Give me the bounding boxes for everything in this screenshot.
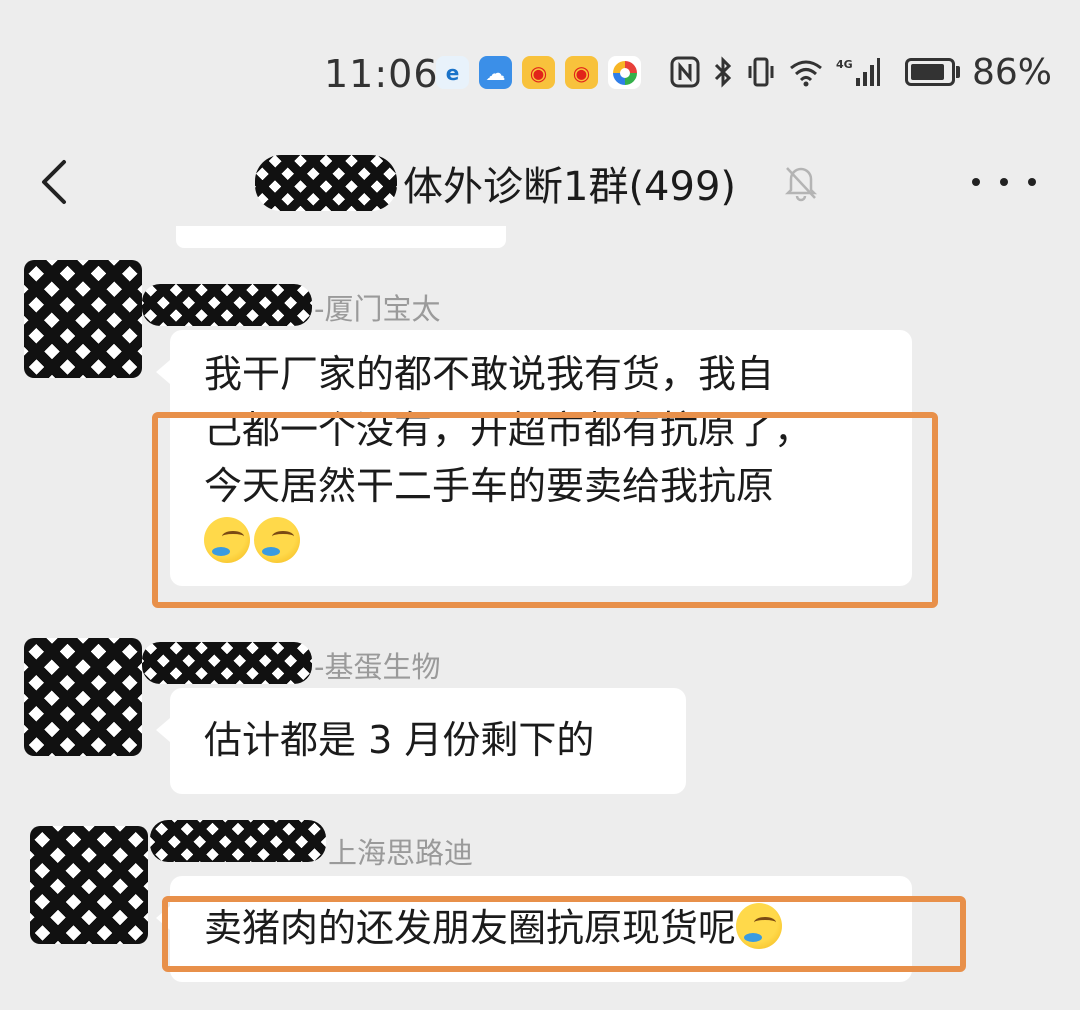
avatar[interactable] — [24, 638, 142, 756]
signal-4g-icon: 4G — [836, 56, 880, 97]
message-list[interactable]: -厦门宝太 我干厂家的都不敢说我有货，我自 己都一个没有，开超市都有抗原了， 今… — [0, 226, 1080, 1010]
chat-header: 体外诊断1群(499) — [0, 140, 1080, 226]
message-line: 己都一个没有，开超市都有抗原了， — [204, 408, 813, 452]
message-bubble[interactable]: 卖猪肉的还发朋友圈抗原现货呢 — [156, 876, 912, 982]
wifi-icon — [788, 56, 824, 97]
message-bubble[interactable]: 估计都是 3 月份剩下的 — [156, 688, 686, 794]
redacted-title-prefix — [255, 155, 397, 211]
more-dot — [1028, 178, 1036, 186]
battery-tip — [956, 66, 960, 78]
chat-title[interactable]: 体外诊断1群(499) — [255, 154, 736, 212]
redacted-sender-name — [142, 284, 312, 326]
chat-title-text: 体外诊断1群(499) — [403, 164, 737, 210]
sender-name: -厦门宝太 — [314, 292, 441, 326]
battery-icon — [905, 58, 955, 86]
previous-message-bubble — [176, 226, 506, 248]
status-bar: 11:06 e ☁ ◉ ◉ 4G 86% — [0, 0, 1080, 140]
face-with-tears-icon — [254, 517, 300, 563]
status-time: 11:06 — [324, 52, 439, 96]
weibo-icon: ◉ — [522, 56, 555, 89]
notification-app-icons: e ☁ ◉ ◉ — [436, 56, 641, 89]
sender-name: 上海思路迪 — [328, 836, 474, 870]
message-line: 我干厂家的都不敢说我有货，我自 — [204, 352, 775, 396]
battery-fill — [911, 64, 944, 80]
more-dot — [972, 178, 980, 186]
chat-screen: 11:06 e ☁ ◉ ◉ 4G 86% 体外诊断1群(499) -厦门宝太 我… — [0, 0, 1080, 1010]
weibo-icon: ◉ — [565, 56, 598, 89]
message-line: 估计都是 3 月份剩下的 — [204, 718, 595, 762]
message-line: 卖猪肉的还发朋友圈抗原现货呢 — [204, 900, 878, 956]
multicolor-app-icon — [608, 56, 641, 89]
cloud-icon: ☁ — [479, 56, 512, 89]
chevron-left-icon — [42, 160, 66, 204]
message-line: 今天居然干二手车的要卖给我抗原 — [204, 464, 775, 508]
message-bubble[interactable]: 我干厂家的都不敢说我有货，我自 己都一个没有，开超市都有抗原了， 今天居然干二手… — [156, 330, 912, 586]
avatar[interactable] — [30, 826, 148, 944]
edge-browser-icon: e — [436, 56, 469, 89]
sender-name: -基蛋生物 — [314, 650, 441, 684]
message-text: 卖猪肉的还发朋友圈抗原现货呢 — [204, 906, 737, 950]
svg-text:4G: 4G — [836, 58, 853, 71]
battery-percent: 86% — [972, 52, 1053, 93]
face-with-tears-icon — [736, 903, 783, 949]
emoji-row — [204, 514, 878, 570]
back-button[interactable] — [28, 154, 84, 210]
more-options-button[interactable] — [972, 162, 1036, 202]
mute-notifications-icon — [782, 162, 820, 202]
bluetooth-icon — [712, 56, 734, 97]
redacted-sender-name — [142, 642, 312, 684]
more-dot — [1000, 178, 1008, 186]
face-with-tears-icon — [204, 517, 250, 563]
system-status-icons: 4G — [670, 56, 880, 97]
avatar[interactable] — [24, 260, 142, 378]
redacted-sender-name — [150, 820, 326, 862]
vibrate-icon — [746, 56, 776, 97]
nfc-icon — [670, 56, 700, 97]
